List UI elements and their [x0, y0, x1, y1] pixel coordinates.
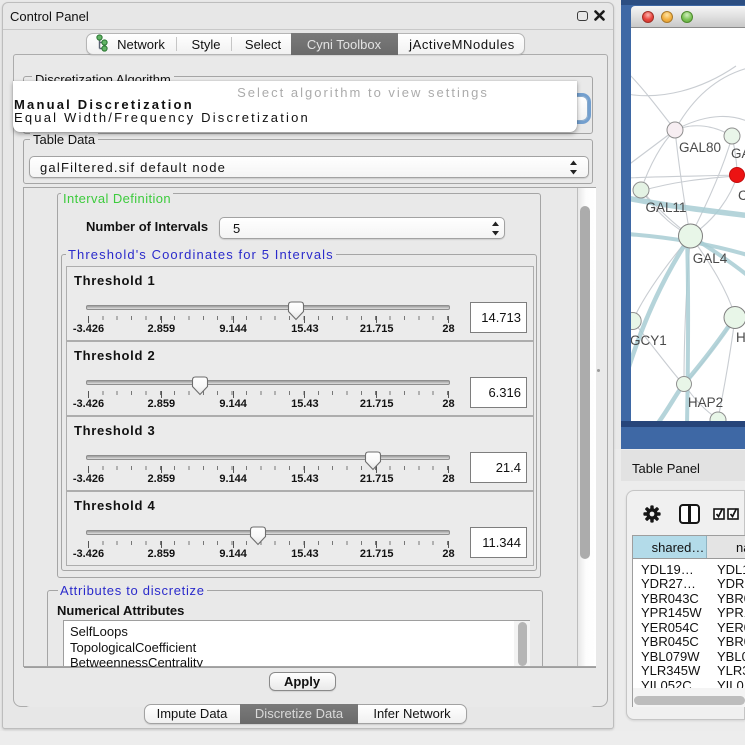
svg-text:GAL4: GAL4 [693, 251, 728, 266]
svg-text:H: H [736, 330, 745, 345]
svg-text:C: C [738, 188, 745, 203]
svg-text:HAP2: HAP2 [688, 395, 723, 410]
svg-text:GCY1: GCY1 [631, 333, 667, 348]
svg-text:GAL80: GAL80 [679, 140, 721, 155]
svg-text:GAL11: GAL11 [645, 200, 686, 215]
svg-text:GA: GA [731, 146, 745, 161]
